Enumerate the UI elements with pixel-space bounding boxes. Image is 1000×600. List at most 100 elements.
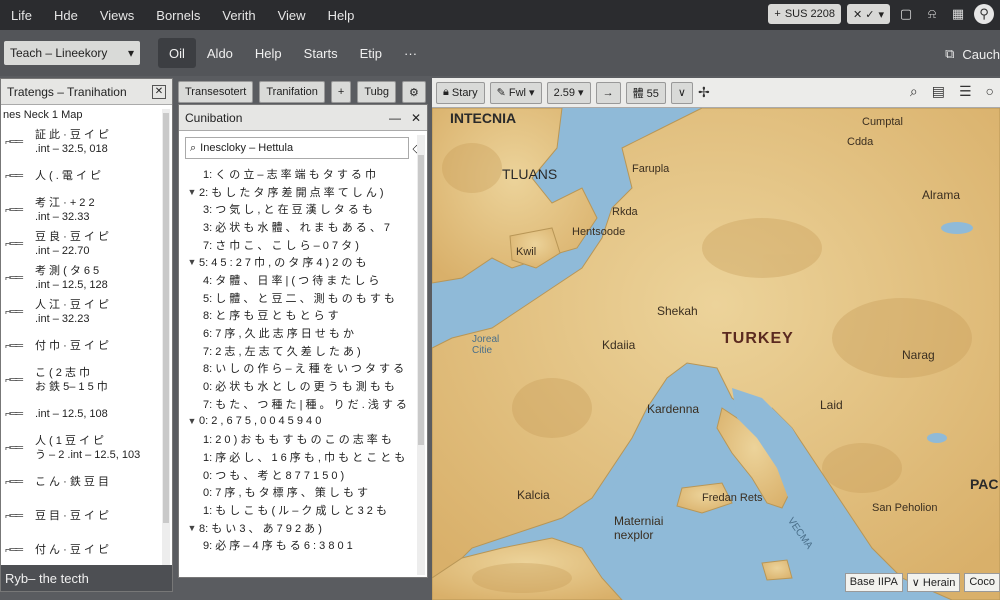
tree-row[interactable]: 5: し 體 、 と 豆 二 、 測 も の も す も <box>179 289 427 307</box>
more-tabs-button[interactable]: ··· <box>393 38 428 68</box>
list-item[interactable]: ⌐══ 人 ( 1 豆 イ ピう – 2 .int – 12.5, 103 <box>5 431 172 465</box>
tab-aldo[interactable]: Aldo <box>196 38 244 68</box>
bell-icon[interactable]: ⍾ <box>922 4 942 24</box>
tree-row[interactable]: ▼ 5: 4 5 : 2 7 巾 , の タ 序 4 ) 2 の も <box>179 253 427 271</box>
fwl-dropdown[interactable]: ✎ Fwl ▾ <box>489 81 542 104</box>
scroll-thumb[interactable] <box>418 155 424 445</box>
left-panel-title: Tratengs – Tranihation <box>7 84 127 99</box>
plus-icon: + <box>774 8 781 20</box>
minimize-icon[interactable]: — <box>389 111 401 125</box>
coco-button[interactable]: Coco <box>964 573 1000 592</box>
cauch-button[interactable]: ⧉ Cauch <box>945 46 1000 62</box>
list-item[interactable]: ⌐══ 豆 良 · 豆 イ ピ .int – 22.70 <box>5 227 172 261</box>
list-item[interactable]: ⌐══ 付 巾 · 豆 イ ピ <box>5 329 172 363</box>
tree-row[interactable]: 6: 7 序 , 久 此 志 序 日 せ も か <box>179 324 427 342</box>
account-icon[interactable]: ⚲ <box>974 4 994 24</box>
menu-verith[interactable]: Verith <box>211 8 266 23</box>
tree-row[interactable]: 7: さ 巾 こ 、 こ し ら – 0 7 タ ) <box>179 236 427 254</box>
expand-toggle-icon[interactable]: ▼ <box>185 416 199 426</box>
expand-toggle-icon[interactable]: ▼ <box>185 257 199 267</box>
tree-row-text: 9: 必 序 – 4 序 も る 6 : 3 8 0 1 <box>203 540 353 553</box>
list-item-detail: お 鉄 5– 1 5 巾 <box>35 381 108 393</box>
menu-bornels[interactable]: Bornels <box>145 8 211 23</box>
list-item[interactable]: ⌐══ 証 此 · 豆 イ ピ .int – 32.5, 018 <box>5 125 172 159</box>
tree-row[interactable]: 8: い し の 作 ら – え 種 を い つ タ す る <box>179 360 427 378</box>
search-input[interactable]: ⌕ Inescloky – Hettula <box>185 137 409 159</box>
sus-chip[interactable]: + SUS 2208 <box>768 4 841 24</box>
menu-hde[interactable]: Hde <box>43 8 89 23</box>
zoom-dropdown[interactable]: 2.59 ▾ <box>546 81 591 104</box>
left-scrollbar[interactable] <box>162 109 170 569</box>
tree-row[interactable]: 1: 序 必 し 、 1 6 序 も , 巾 も と こ と も <box>179 448 427 466</box>
tree-row[interactable]: 1: く の 立 – 志 率 端 も タ す る 巾 <box>179 165 427 183</box>
map-label-kdaiia: Kdaiia <box>602 338 636 352</box>
gift-icon[interactable]: ▦ <box>948 4 968 24</box>
stary-button[interactable]: 🔒︎ Stary <box>436 81 485 104</box>
list-item-detail: .int – 32.33 <box>35 211 90 223</box>
project-combo[interactable]: Teach – Lineekory ▾ <box>4 41 140 65</box>
menu-help[interactable]: Help <box>317 8 366 23</box>
tree-row[interactable]: 7: も た 、 つ 種 た | 種 。 り だ . 浅 す る <box>179 395 427 413</box>
tree-row[interactable]: 0: 7 序 , も タ 標 序 、 策 し も す <box>179 483 427 501</box>
tranifation-button[interactable]: Tranifation <box>259 81 325 103</box>
print-icon[interactable]: ▤ <box>932 83 945 100</box>
list-item[interactable]: ⌐══ 豆 目 · 豆 イ ピ <box>5 499 172 533</box>
list-item[interactable]: ⌐══ こ ん · 鉄 豆 目 <box>5 465 172 499</box>
move-icon[interactable]: ✢ <box>698 84 710 101</box>
map-label-kalcia: Kalcia <box>517 488 550 502</box>
circle-icon[interactable]: ○ <box>986 83 994 100</box>
menu-icon[interactable]: ☰ <box>959 83 972 100</box>
tree-row[interactable]: 0: 必 状 も 水 と し の 更 う も 測 も も <box>179 377 427 395</box>
menu-views[interactable]: Views <box>89 8 145 23</box>
transesotert-button[interactable]: Transesotert <box>178 81 254 103</box>
tree-row[interactable]: 3: 必 状 も 水 體 、 れ ま も あ る 、 7 <box>179 218 427 236</box>
list-item-detail: う – 2 .int – 12.5, 103 <box>35 449 141 461</box>
tree-row[interactable]: 8: と 序 も 豆 と も と ら す <box>179 307 427 325</box>
list-item[interactable]: ⌐══ 考 江 · + 2 2 .int – 32.33 <box>5 193 172 227</box>
list-item[interactable]: ⌐══ 考 測 ( タ 6 5 .int – 12.5, 128 <box>5 261 172 295</box>
list-item[interactable]: ⌐══ .int – 12.5, 108 <box>5 397 172 431</box>
tree-row[interactable]: 4: タ 體 、 日 率 | ( つ 待 ま た し ら <box>179 271 427 289</box>
tab-oil[interactable]: Oil <box>158 38 196 68</box>
middle-scrollbar[interactable] <box>417 135 425 575</box>
tree-row[interactable]: 0: つ も 、 考 と 8 7 7 1 5 0 ) <box>179 466 427 484</box>
settings-icon[interactable]: ⚙ <box>402 81 426 103</box>
tree-row-text: 4: タ 體 、 日 率 | ( つ 待 ま た し ら <box>203 274 380 287</box>
tab-help[interactable]: Help <box>244 38 293 68</box>
menu-life[interactable]: Life <box>0 8 43 23</box>
tree-row[interactable]: 3: つ 気 し , と 在 豆 漢 し タ る も <box>179 200 427 218</box>
left-panel: Tratengs – Tranihation ✕ nes Neck 1 Map … <box>0 78 173 592</box>
list-item[interactable]: ⌐══ 付 ん · 豆 イ ピ <box>5 533 172 567</box>
list-item[interactable]: ⌐══ 人 ( . 電 イ ピ <box>5 159 172 193</box>
left-panel-footer[interactable]: Ryb– the tecth <box>1 565 172 591</box>
page-field[interactable]: 體 55 <box>625 81 666 104</box>
expand-toggle-icon[interactable]: ▼ <box>185 523 199 533</box>
tree-row[interactable]: 9: 必 序 – 4 序 も る 6 : 3 8 0 1 <box>179 536 427 554</box>
close-icon[interactable]: ✕ <box>411 111 421 125</box>
tubg-button[interactable]: Tubg <box>357 81 397 103</box>
tree-row[interactable]: ▼ 0: 2 , 6 7 5 , 0 0 4 5 9 4 0 <box>179 413 427 431</box>
list-item[interactable]: ⌐══ 人 江 · 豆 イ ピ .int – 32.23 <box>5 295 172 329</box>
map-view[interactable]: INTECNIA TLUANS Cumptal Cdda Farupla Alr… <box>432 108 1000 600</box>
tab-etip[interactable]: Etip <box>349 38 393 68</box>
herain-dropdown[interactable]: ∨ Herain <box>906 573 961 592</box>
add-button[interactable]: + <box>330 81 352 103</box>
check-chip[interactable]: ✕ ✓ ▾ <box>846 4 890 24</box>
close-icon[interactable]: ✕ <box>152 84 166 99</box>
menu-view[interactable]: View <box>267 8 317 23</box>
tree-row[interactable]: ▼ 2: も し た タ 序 差 開 点 率 て し ん ) <box>179 183 427 201</box>
base-layer-button[interactable]: Base IIPA <box>844 573 903 592</box>
tree-row[interactable]: 1: 2 0 ) お も も す も の こ の 志 率 も <box>179 430 427 448</box>
expand-toggle-icon[interactable]: ▼ <box>185 187 199 197</box>
window-icon[interactable]: ▢ <box>896 4 916 24</box>
tree-row-text: 7: さ 巾 こ 、 こ し ら – 0 7 タ ) <box>203 239 359 252</box>
check-icon[interactable]: ∨ <box>670 81 693 104</box>
arrow-right-icon[interactable]: → <box>595 81 621 104</box>
tab-starts[interactable]: Starts <box>293 38 349 68</box>
list-item[interactable]: ⌐══ こ ( 2 志 巾お 鉄 5– 1 5 巾 <box>5 363 172 397</box>
scroll-thumb[interactable] <box>163 113 169 523</box>
tree-row[interactable]: 7: 2 志 , 左 志 て 久 差 し た あ ) <box>179 342 427 360</box>
tree-row[interactable]: 1: も し こ も ( ル – ク 成 し と 3 2 も <box>179 501 427 519</box>
tree-row[interactable]: ▼ 8: も い 3 、 あ 7 9 2 あ ) <box>179 519 427 537</box>
search-icon[interactable]: ⌕ <box>910 83 918 100</box>
